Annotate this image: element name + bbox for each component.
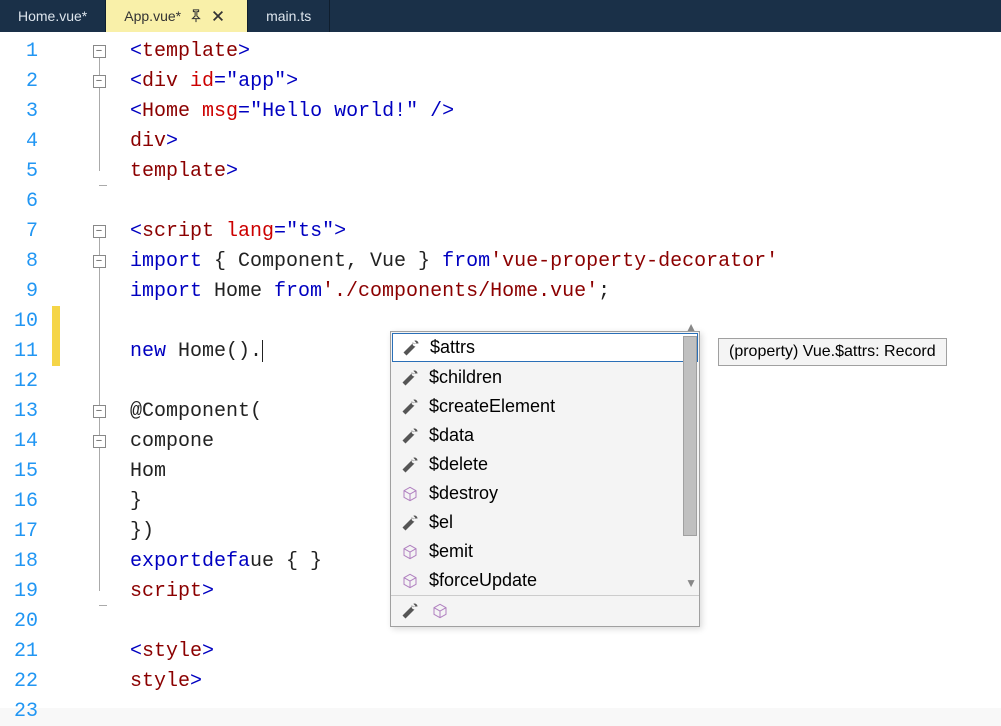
intellisense-item[interactable]: $createElement [391, 392, 699, 421]
file-tab-home[interactable]: Home.vue* [0, 0, 106, 32]
gutter-row: 18 [0, 546, 130, 576]
line-number: 11 [4, 340, 52, 363]
intellisense-label: $el [429, 512, 453, 533]
intellisense-label: $delete [429, 454, 488, 475]
gutter-row: 7− [0, 216, 130, 246]
line-number: 15 [4, 460, 52, 483]
fold-toggle[interactable]: − [93, 255, 106, 268]
gutter-row: 11 [0, 336, 130, 366]
file-tab-main[interactable]: main.ts [248, 0, 330, 32]
scroll-down-icon[interactable]: ▼ [685, 576, 697, 590]
gutter-row: 2− [0, 66, 130, 96]
intellisense-item[interactable]: $destroy [391, 479, 699, 508]
gutter-row: 1− [0, 36, 130, 66]
wrench-icon [401, 398, 419, 416]
intellisense-label: $emit [429, 541, 473, 562]
intellisense-item[interactable]: $children [391, 363, 699, 392]
wrench-icon [401, 456, 419, 474]
line-number: 13 [4, 400, 52, 423]
intellisense-item[interactable]: $delete [391, 450, 699, 479]
gutter-row: 6 [0, 186, 130, 216]
line-number: 4 [4, 130, 52, 153]
gutter-row: 5 [0, 156, 130, 186]
wrench-icon [401, 427, 419, 445]
line-number: 19 [4, 580, 52, 603]
scrollbar-thumb[interactable] [683, 336, 697, 536]
tab-label: App.vue* [124, 8, 181, 24]
intellisense-label: $children [429, 367, 502, 388]
cube-icon [401, 485, 419, 503]
gutter-row: 9 [0, 276, 130, 306]
scroll-up-icon[interactable]: ▲ [685, 320, 697, 334]
intellisense-popup[interactable]: $attrs $children $createElement $data $delet… [390, 331, 700, 627]
line-number: 3 [4, 100, 52, 123]
line-number: 16 [4, 490, 52, 513]
gutter-row: 3 [0, 96, 130, 126]
gutter-row: 12 [0, 366, 130, 396]
editor-gutter: 1−2−34567−8−910111213−14−151617181920212… [0, 32, 130, 708]
gutter-row: 15 [0, 456, 130, 486]
cube-icon [401, 543, 419, 561]
intellisense-item[interactable]: $el [391, 508, 699, 537]
fold-toggle[interactable]: − [93, 225, 106, 238]
line-number: 20 [4, 610, 52, 633]
gutter-row: 8− [0, 246, 130, 276]
line-number: 1 [4, 40, 52, 63]
gutter-row: 10 [0, 306, 130, 336]
gutter-row: 17 [0, 516, 130, 546]
intellisense-item[interactable]: $forceUpdate [391, 566, 699, 595]
cube-icon[interactable] [431, 602, 449, 620]
line-number: 12 [4, 370, 52, 393]
pin-icon[interactable] [189, 9, 203, 23]
tab-bar: Home.vue* App.vue* main.ts [0, 0, 1001, 32]
gutter-row: 16 [0, 486, 130, 516]
line-number: 22 [4, 670, 52, 693]
intellisense-label: $data [429, 425, 474, 446]
line-number: 10 [4, 310, 52, 333]
line-number: 8 [4, 250, 52, 273]
line-number: 9 [4, 280, 52, 303]
line-number: 7 [4, 220, 52, 243]
cube-icon [401, 572, 419, 590]
gutter-row: 19 [0, 576, 130, 606]
file-tab-app[interactable]: App.vue* [106, 0, 248, 32]
line-number: 14 [4, 430, 52, 453]
gutter-row: 13 − [0, 396, 130, 426]
intellisense-filter-bar [391, 595, 699, 626]
wrench-icon [402, 339, 420, 357]
wrench-icon [401, 514, 419, 532]
gutter-row: 23 [0, 696, 130, 726]
fold-toggle[interactable]: − [93, 45, 106, 58]
intellisense-label: $forceUpdate [429, 570, 537, 591]
line-number: 21 [4, 640, 52, 663]
gutter-row: 4 [0, 126, 130, 156]
intellisense-label: $attrs [430, 337, 475, 358]
intellisense-label: $destroy [429, 483, 498, 504]
modification-marker [52, 336, 60, 366]
intellisense-item[interactable]: $attrs [392, 333, 698, 362]
line-number: 17 [4, 520, 52, 543]
gutter-row: 20 [0, 606, 130, 636]
modification-marker [52, 306, 60, 336]
intellisense-label: $createElement [429, 396, 555, 417]
fold-toggle[interactable]: − [93, 75, 106, 88]
intellisense-tooltip: (property) Vue.$attrs: Record [718, 338, 947, 366]
fold-toggle[interactable]: − [93, 405, 106, 418]
wrench-icon[interactable] [401, 602, 419, 620]
tab-label: Home.vue* [18, 8, 87, 24]
intellisense-item[interactable]: $emit [391, 537, 699, 566]
intellisense-item[interactable]: $data [391, 421, 699, 450]
gutter-row: 21 [0, 636, 130, 666]
close-icon[interactable] [211, 9, 225, 23]
wrench-icon [401, 369, 419, 387]
line-number: 23 [4, 700, 52, 723]
line-number: 5 [4, 160, 52, 183]
tab-label: main.ts [266, 8, 311, 24]
line-number: 2 [4, 70, 52, 93]
line-number: 6 [4, 190, 52, 213]
line-number: 18 [4, 550, 52, 573]
gutter-row: 14 − [0, 426, 130, 456]
gutter-row: 22 [0, 666, 130, 696]
fold-toggle[interactable]: − [93, 435, 106, 448]
